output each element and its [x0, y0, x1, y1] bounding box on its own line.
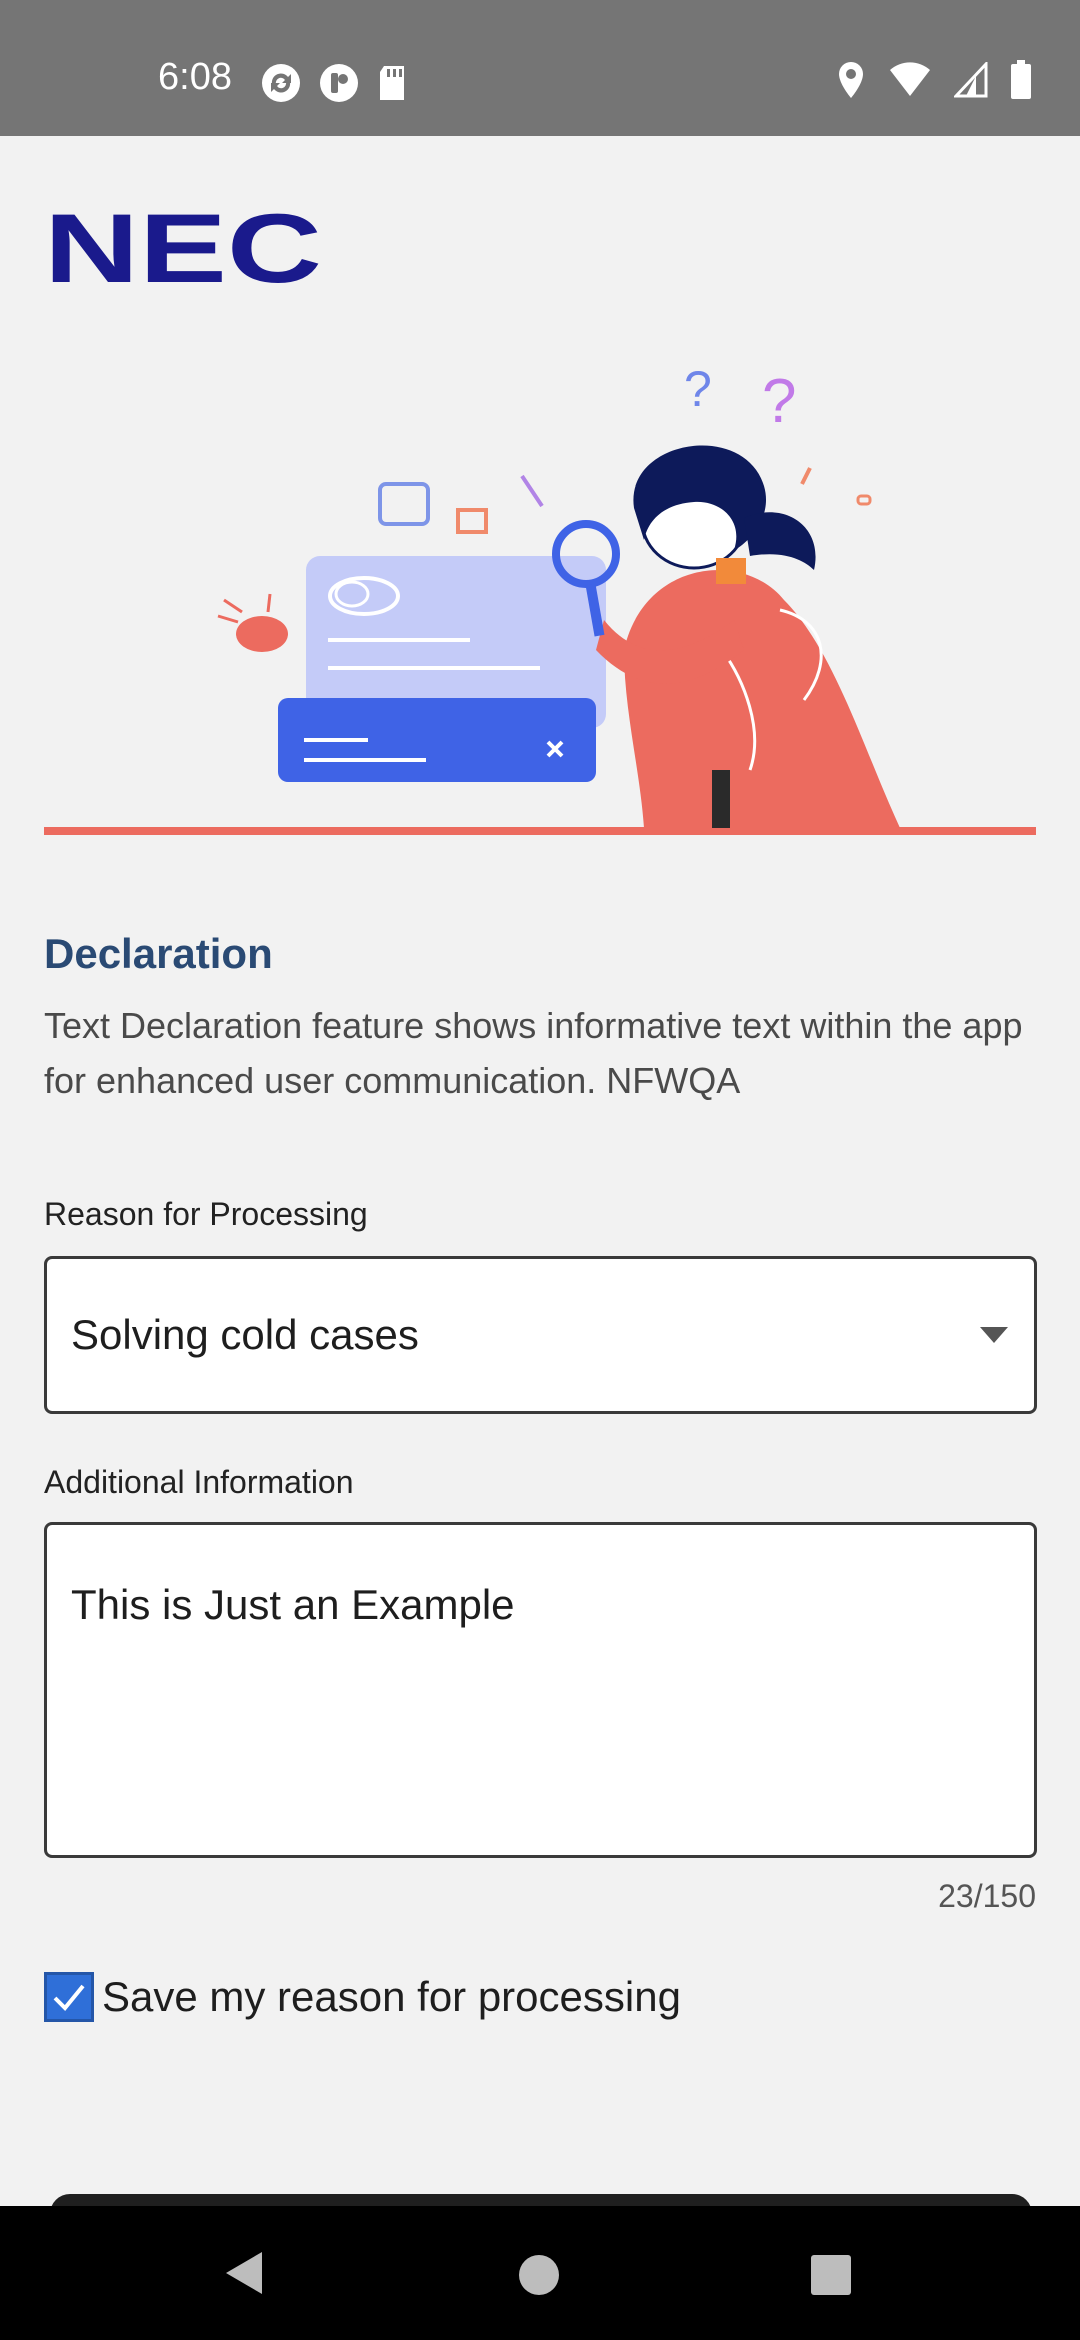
svg-text:?: ?	[762, 367, 796, 436]
status-right-icons	[836, 60, 1032, 105]
save-reason-label: Save my reason for processing	[102, 1973, 681, 2020]
wifi-icon	[888, 62, 932, 103]
additional-info-value: This is Just an Example	[71, 1581, 515, 1628]
sync-icon	[260, 62, 302, 109]
recents-icon[interactable]	[810, 2254, 852, 2301]
home-icon[interactable]	[518, 2254, 560, 2301]
logo-text: NEC	[44, 210, 322, 286]
nec-logo: NEC	[44, 193, 324, 303]
back-icon[interactable]	[222, 2250, 266, 2301]
reason-label: Reason for Processing	[44, 1196, 368, 1232]
battery-icon	[1010, 60, 1032, 105]
reason-select[interactable]: Solving cold cases	[44, 1256, 1037, 1414]
declaration-description: Text Declaration feature shows informati…	[44, 1005, 1023, 1101]
svg-text:?: ?	[684, 361, 712, 417]
navigation-bar	[0, 2206, 1080, 2340]
status-time: 6:08	[158, 56, 232, 98]
location-icon	[836, 60, 866, 105]
pocket-icon	[318, 62, 360, 109]
additional-info-textarea[interactable]: This is Just an Example	[44, 1522, 1037, 1858]
character-counter: 23/150	[938, 1878, 1036, 1914]
declaration-illustration: ? ?	[44, 350, 1036, 846]
save-reason-checkbox[interactable]	[44, 1972, 94, 2022]
save-reason-row[interactable]: Save my reason for processing	[44, 1972, 681, 2022]
dropdown-arrow-icon	[980, 1327, 1008, 1343]
sd-card-icon	[376, 62, 408, 109]
additional-info-label: Additional Information	[44, 1464, 354, 1500]
reason-select-value: Solving cold cases	[71, 1311, 419, 1358]
checkmark-icon	[53, 1984, 85, 2011]
status-left-icons	[260, 62, 408, 109]
status-bar: 6:08	[0, 0, 1080, 136]
declaration-title: Declaration	[44, 930, 273, 977]
signal-icon	[952, 60, 988, 103]
